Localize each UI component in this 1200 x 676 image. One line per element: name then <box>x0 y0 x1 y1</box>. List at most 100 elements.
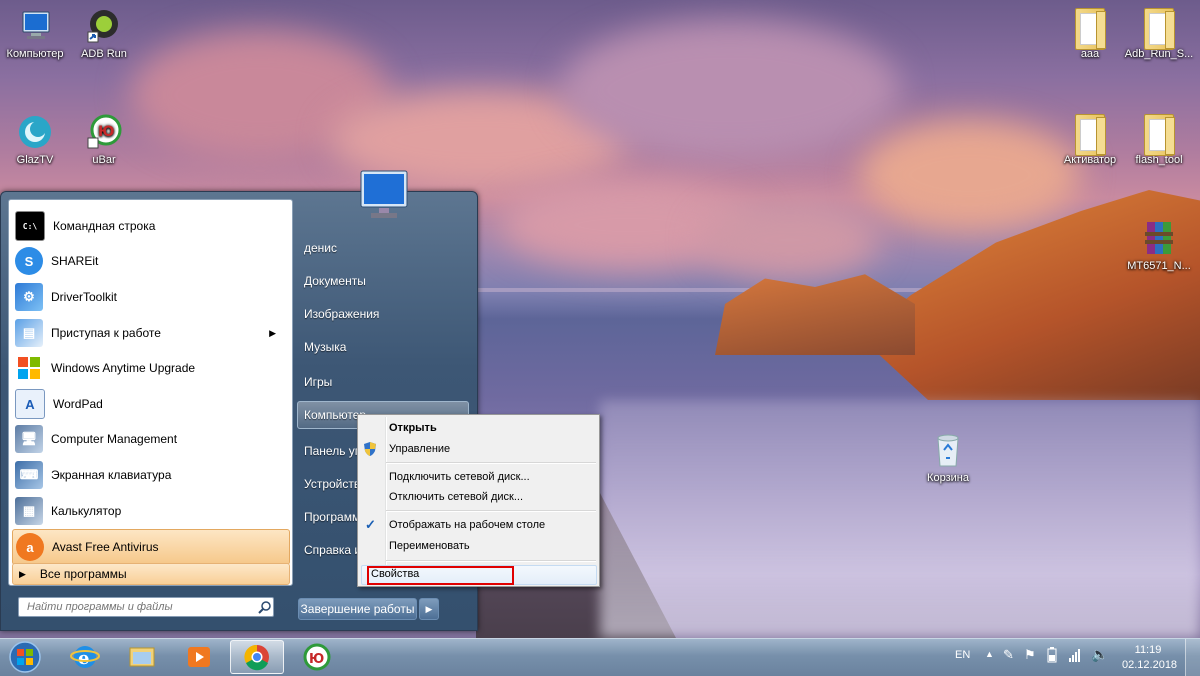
clock[interactable]: 11:19 02.12.2018 <box>1122 643 1178 673</box>
show-desktop-button[interactable] <box>1185 639 1200 676</box>
ubar-icon: Ю <box>86 114 122 150</box>
show-hidden-icons-icon[interactable]: ▲ <box>985 649 994 659</box>
shareit-icon: S <box>15 247 43 275</box>
ctx-separator <box>386 510 596 512</box>
start-search-box[interactable] <box>18 597 274 617</box>
right-link-pictures[interactable]: Изображения <box>304 307 379 321</box>
taskbar-ubar[interactable]: Ю <box>290 640 344 674</box>
checkmark-icon: ✓ <box>365 517 376 532</box>
all-programs-arrow-icon: ▶ <box>19 568 26 579</box>
start-menu-programs-pane: C:\ Командная строка S SHAREit ⚙ DriverT… <box>8 199 293 586</box>
ubar-desktop-icon[interactable]: Ю uBar <box>69 114 139 166</box>
program-windows-anytime-upgrade[interactable]: Windows Anytime Upgrade <box>12 351 288 385</box>
taskbar-media-player[interactable] <box>172 640 226 674</box>
search-icon[interactable] <box>258 600 272 614</box>
windows-orb-icon <box>9 641 41 673</box>
shutdown-options-button[interactable]: ▶ <box>419 598 439 620</box>
flag-icon[interactable]: ⚑ <box>1024 647 1036 663</box>
folder-icon <box>1144 8 1175 50</box>
surf <box>600 400 1200 638</box>
program-calculator[interactable]: ▦ Калькулятор <box>12 494 288 528</box>
windows-upgrade-icon <box>15 354 43 382</box>
ctx-open[interactable]: Открыть <box>389 422 437 434</box>
ctx-rename[interactable]: Переименовать <box>389 540 470 552</box>
program-wordpad[interactable]: A WordPad <box>12 387 288 421</box>
volume-icon[interactable]: 🔈 <box>1091 646 1108 663</box>
ctx-separator <box>386 462 596 464</box>
chrome-icon <box>244 644 269 671</box>
computer-icon <box>17 8 53 44</box>
ctx-separator <box>386 560 596 562</box>
winrar-archive-icon <box>1141 220 1177 256</box>
folder-activator[interactable]: Активатор <box>1055 114 1125 166</box>
ie-icon: e <box>70 646 100 669</box>
all-programs-button[interactable]: ▶ Все программы <box>12 563 290 585</box>
battery-icon[interactable] <box>1047 647 1057 666</box>
taskbar-explorer[interactable] <box>115 640 169 674</box>
svg-text:Ю: Ю <box>98 124 114 140</box>
right-link-control-panel[interactable]: Панель уп <box>304 444 361 458</box>
folder-icon <box>1075 8 1106 50</box>
program-avast[interactable]: a Avast Free Antivirus <box>12 529 290 565</box>
folder-aaa[interactable]: aaa <box>1055 8 1125 60</box>
folder-adb-run-s[interactable]: Adb_Run_S... <box>1124 8 1194 60</box>
rock-left <box>715 274 915 355</box>
cmd-icon: C:\ <box>15 211 45 241</box>
user-picture[interactable] <box>353 169 413 223</box>
ctx-map-drive[interactable]: Подключить сетевой диск... <box>389 471 530 483</box>
folder-icon <box>1144 114 1175 156</box>
archive-mt6571[interactable]: MT6571_N... <box>1124 220 1194 272</box>
right-link-default-programs[interactable]: Программ <box>304 510 360 524</box>
drivertoolkit-icon: ⚙ <box>15 283 43 311</box>
menu-gutter <box>385 417 387 584</box>
right-link-user[interactable]: денис <box>304 241 337 255</box>
avast-icon: a <box>16 533 44 561</box>
recycle-bin-desktop-icon[interactable]: Корзина <box>913 432 983 484</box>
network-icon[interactable] <box>1068 648 1082 665</box>
context-menu: Открыть Управление Подключить сетевой ди… <box>357 414 600 587</box>
program-getting-started[interactable]: ▤ Приступая к работе ▶ <box>12 316 288 350</box>
taskbar-ie[interactable]: e <box>58 640 112 674</box>
program-computer-management[interactable]: 🖥 Computer Management <box>12 422 288 456</box>
right-link-help[interactable]: Справка и <box>304 543 361 557</box>
clock-date: 02.12.2018 <box>1122 659 1178 671</box>
glaztv-icon <box>17 114 53 150</box>
glaztv-desktop-icon[interactable]: GlazTV <box>0 114 70 166</box>
program-cmd[interactable]: C:\ Командная строка <box>12 209 288 243</box>
explorer-icon <box>129 647 155 667</box>
start-button[interactable] <box>0 640 50 674</box>
program-drivertoolkit[interactable]: ⚙ DriverToolkit <box>12 280 288 314</box>
program-onscreen-keyboard[interactable]: ⌨ Экранная клавиатура <box>12 458 288 492</box>
ctx-show-on-desktop[interactable]: Отображать на рабочем столе <box>389 519 545 531</box>
svg-text:Ю: Ю <box>309 652 324 667</box>
pen-icon[interactable]: ✎ <box>1003 647 1014 663</box>
getting-started-icon: ▤ <box>15 319 43 347</box>
recycle-bin-icon <box>930 432 966 468</box>
folder-icon <box>1075 114 1106 156</box>
wordpad-icon: A <box>15 389 45 419</box>
language-indicator[interactable]: EN <box>955 649 970 661</box>
properties-highlight-box <box>367 566 514 585</box>
media-player-icon <box>188 647 210 667</box>
taskbar-chrome[interactable] <box>230 640 284 674</box>
adb-run-desktop-icon[interactable]: ADB Run <box>69 8 139 60</box>
calculator-icon: ▦ <box>15 497 43 525</box>
right-link-music[interactable]: Музыка <box>304 340 346 354</box>
submenu-arrow-icon: ▶ <box>269 327 276 338</box>
uac-shield-icon <box>363 441 377 460</box>
ctx-disconnect-drive[interactable]: Отключить сетевой диск... <box>389 491 523 503</box>
right-link-devices[interactable]: Устройств <box>304 477 360 491</box>
computer-management-icon: 🖥 <box>15 425 43 453</box>
ubar-icon: Ю <box>303 643 331 671</box>
program-shareit[interactable]: S SHAREit <box>12 244 288 278</box>
search-input[interactable] <box>25 600 254 614</box>
ctx-manage[interactable]: Управление <box>389 443 450 455</box>
computer-desktop-icon[interactable]: Компьютер <box>0 8 70 60</box>
chevron-right-icon: ▶ <box>425 603 433 614</box>
android-adb-icon <box>86 8 122 44</box>
right-link-documents[interactable]: Документы <box>304 274 366 288</box>
folder-flash-tool[interactable]: flash_tool <box>1124 114 1194 166</box>
onscreen-keyboard-icon: ⌨ <box>15 461 43 489</box>
right-link-games[interactable]: Игры <box>304 375 332 389</box>
shutdown-button[interactable]: Завершение работы <box>298 598 417 620</box>
